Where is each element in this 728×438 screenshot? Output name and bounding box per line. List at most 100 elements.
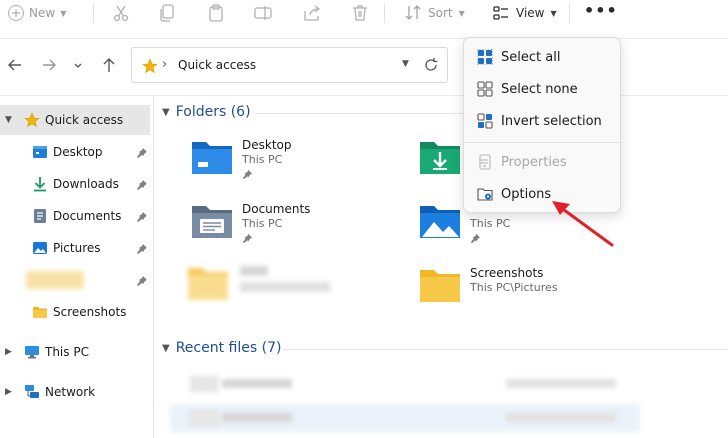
collapse-chevron-icon[interactable]: ▼: [162, 107, 170, 118]
recent-files-section-title: Recent files (7): [175, 340, 282, 356]
network-icon: [25, 385, 39, 398]
sidebar-item-label: Downloads: [53, 177, 119, 191]
folder-location: This PC: [242, 217, 283, 230]
pin-icon: [136, 275, 148, 287]
view-button[interactable]: View ▼: [492, 2, 557, 24]
recent-files-section-header[interactable]: ▼ Recent files (7): [162, 340, 281, 356]
sidebar-item-label: Desktop: [53, 145, 103, 159]
file-icon: [190, 410, 218, 426]
menu-item-label: Invert selection: [501, 114, 602, 129]
recent-locations-button[interactable]: [72, 56, 84, 74]
folder-icon: [33, 307, 47, 318]
menu-item-properties[interactable]: Properties: [468, 147, 618, 177]
folder-tile-desktop[interactable]: Desktop This PC: [190, 138, 430, 194]
expand-chevron-icon[interactable]: ▶: [5, 347, 12, 357]
back-button[interactable]: [6, 56, 24, 74]
folders-section-title: Folders (6): [175, 104, 251, 120]
pin-icon: [242, 169, 253, 180]
menu-item-select-all[interactable]: Select all: [468, 42, 618, 72]
sidebar-item-network[interactable]: ▶ Network: [0, 377, 150, 407]
view-icon: [493, 6, 508, 20]
select-all-icon: [477, 49, 493, 65]
sidebar-item-label: Screenshots: [53, 305, 127, 319]
download-icon: [34, 177, 46, 192]
pin-icon: [136, 147, 148, 159]
star-icon: [142, 58, 158, 74]
redacted-file-path: [506, 413, 616, 422]
redacted-file-name: [222, 379, 292, 388]
sidebar-item-this-pc[interactable]: ▶ This PC: [0, 337, 150, 367]
folder-tile-documents[interactable]: Documents This PC: [190, 202, 430, 258]
downloads-folder-icon: [420, 142, 460, 174]
sidebar-item-label: Pictures: [53, 241, 101, 255]
pin-icon: [136, 179, 148, 191]
new-label: New: [29, 6, 56, 20]
select-none-icon: [477, 81, 493, 97]
rename-icon[interactable]: [253, 3, 273, 23]
folder-location: This PC: [242, 153, 283, 166]
menu-item-label: Select all: [501, 50, 561, 65]
menu-item-select-none[interactable]: Select none: [468, 74, 618, 104]
chevron-down-icon[interactable]: ▼: [402, 59, 409, 69]
folders-section-header[interactable]: ▼ Folders (6): [162, 104, 251, 120]
sidebar-item-downloads[interactable]: Downloads: [0, 169, 150, 199]
folder-icon: [420, 270, 460, 302]
toolbar-divider: [569, 3, 570, 23]
sidebar-item-desktop[interactable]: Desktop: [0, 137, 150, 167]
redacted-file-path: [506, 379, 616, 388]
up-button[interactable]: [100, 56, 118, 74]
sort-label: Sort: [428, 6, 453, 20]
section-divider: [254, 113, 462, 114]
pane-divider[interactable]: [153, 96, 154, 438]
folder-tile-screenshots[interactable]: Screenshots This PC\Pictures: [418, 266, 658, 322]
sort-button[interactable]: Sort ▼: [404, 2, 465, 24]
options-icon: [477, 188, 493, 201]
more-options-button[interactable]: •••: [584, 2, 617, 24]
recent-file-row[interactable]: [170, 370, 640, 398]
sidebar-item-quick-access[interactable]: ▼ Quick access: [0, 105, 150, 135]
breadcrumb-chevron-icon: ›: [162, 57, 168, 72]
more-options-menu: Select all Select none Invert selection …: [463, 37, 621, 213]
documents-icon: [34, 209, 46, 223]
chevron-down-icon: ▼: [550, 8, 557, 18]
redacted-location: [240, 282, 330, 292]
navigation-pane: ▼ Quick access Desktop Downloads Documen…: [0, 96, 152, 438]
refresh-icon[interactable]: [423, 57, 439, 73]
delete-icon[interactable]: [350, 3, 370, 23]
expand-chevron-icon[interactable]: ▶: [5, 387, 12, 397]
pin-icon: [136, 211, 148, 223]
collapse-chevron-icon[interactable]: ▼: [162, 343, 170, 354]
expand-chevron-icon[interactable]: ▼: [5, 115, 12, 125]
folder-name: Documents: [242, 202, 311, 216]
folder-tile-redacted[interactable]: [186, 264, 426, 320]
sidebar-item-label: This PC: [45, 345, 89, 359]
pictures-icon: [33, 242, 47, 254]
recent-file-row-selected[interactable]: [170, 404, 640, 432]
sidebar-item-screenshots[interactable]: Screenshots: [0, 297, 150, 327]
sidebar-item-pictures[interactable]: Pictures: [0, 233, 150, 263]
menu-item-label: Properties: [501, 155, 567, 170]
cut-icon[interactable]: [111, 3, 131, 23]
chevron-down-icon: ▼: [458, 8, 465, 18]
paste-icon[interactable]: [206, 3, 226, 23]
pin-icon: [470, 233, 481, 244]
address-bar[interactable]: › Quick access ▼: [131, 47, 448, 83]
new-button[interactable]: + New ▼: [8, 2, 66, 24]
sidebar-item-documents[interactable]: Documents: [0, 201, 150, 231]
sort-icon: [405, 5, 421, 20]
folder-location: This PC\Pictures: [470, 281, 558, 294]
folder-location: This PC: [470, 217, 511, 230]
pin-icon: [136, 243, 148, 255]
toolbar-divider: [384, 3, 385, 23]
sidebar-item-blurred-folder[interactable]: [0, 265, 150, 295]
menu-item-invert-selection[interactable]: Invert selection: [468, 106, 618, 136]
folder-icon: [188, 268, 228, 300]
file-icon: [190, 376, 218, 392]
share-icon[interactable]: [302, 3, 322, 23]
star-icon: [24, 112, 40, 128]
breadcrumb-quick-access[interactable]: Quick access: [178, 58, 256, 72]
copy-icon[interactable]: [157, 3, 177, 23]
forward-button[interactable]: [40, 56, 58, 74]
section-divider: [282, 349, 728, 350]
documents-folder-icon: [192, 206, 232, 238]
